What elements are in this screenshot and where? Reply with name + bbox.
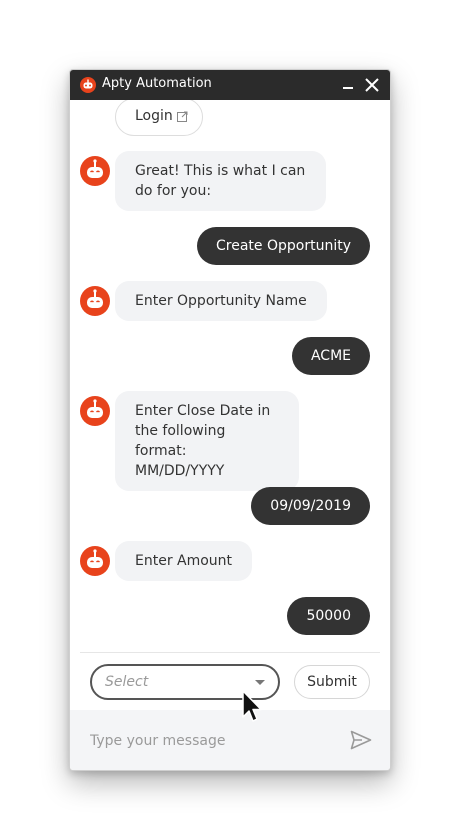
select-placeholder: Select bbox=[105, 674, 149, 690]
minimize-button[interactable] bbox=[338, 75, 358, 95]
message-composer bbox=[70, 710, 390, 770]
message-input[interactable] bbox=[88, 728, 342, 754]
bot-avatar-icon bbox=[80, 546, 110, 576]
user-message: 50000 bbox=[287, 597, 370, 635]
bot-avatar-icon bbox=[80, 156, 110, 186]
minimize-icon bbox=[343, 87, 353, 89]
user-message: 09/09/2019 bbox=[251, 487, 370, 525]
bot-message: Enter Close Date in the following format… bbox=[115, 391, 299, 491]
divider bbox=[80, 652, 380, 653]
chevron-down-icon bbox=[255, 680, 265, 685]
user-message: ACME bbox=[291, 337, 370, 375]
chat-widget-window: Apty Automation Login Great! This is wha… bbox=[69, 69, 391, 771]
bot-message: Enter Amount bbox=[115, 541, 253, 581]
bot-avatar-icon bbox=[80, 396, 110, 426]
chat-transcript[interactable]: Login Great! This is what I can do for y… bbox=[70, 100, 390, 653]
close-icon[interactable] bbox=[362, 75, 382, 95]
bot-message: Great! This is what I can do for you: bbox=[115, 151, 326, 211]
external-link-icon bbox=[177, 111, 188, 122]
window-title: Apty Automation bbox=[102, 76, 212, 91]
submit-button[interactable]: Submit bbox=[294, 665, 370, 699]
bot-message: Enter Opportunity Name bbox=[115, 281, 327, 321]
user-message: Create Opportunity bbox=[197, 227, 370, 265]
send-icon[interactable] bbox=[350, 730, 372, 750]
login-button[interactable]: Login bbox=[115, 100, 203, 136]
bot-avatar-icon bbox=[80, 286, 110, 316]
title-bar: Apty Automation bbox=[70, 70, 390, 100]
login-label: Login bbox=[135, 108, 173, 124]
robot-icon bbox=[80, 77, 96, 93]
mouse-pointer-icon bbox=[242, 690, 262, 722]
